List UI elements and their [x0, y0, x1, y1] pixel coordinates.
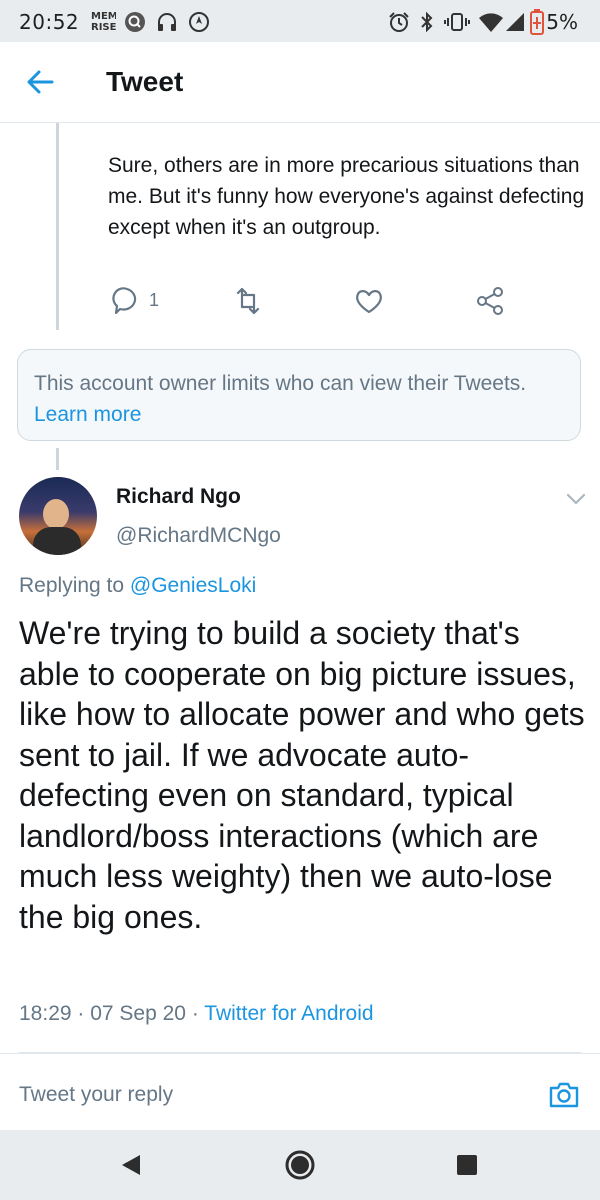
svg-text:RISE: RISE: [91, 22, 116, 33]
reply-input[interactable]: Tweet your reply: [19, 1083, 173, 1107]
replying-to-prefix: Replying to: [19, 574, 125, 597]
recents-square-icon[interactable]: [455, 1153, 479, 1177]
page-title: Tweet: [106, 66, 184, 97]
tweet-date: 07 Sep 20: [90, 1002, 186, 1025]
meta-separator: ·: [77, 1002, 91, 1025]
retweet-icon[interactable]: [232, 285, 264, 317]
mem-rise-icon: MEM RISE: [91, 11, 116, 33]
status-bar: 20:52 MEM RISE 5%: [0, 0, 600, 42]
reply-count: 1: [149, 290, 160, 310]
tweet-text: We're trying to build a society that's a…: [19, 615, 585, 935]
headphones-icon: [158, 13, 176, 31]
avatar[interactable]: [19, 477, 97, 555]
thread-line-bottom: [56, 448, 59, 470]
back-triangle-icon[interactable]: [118, 1152, 144, 1178]
reply-bar[interactable]: Tweet your reply: [0, 1053, 600, 1131]
author-handle[interactable]: @RichardMCNgo: [116, 524, 281, 548]
camera-icon[interactable]: [548, 1078, 580, 1110]
bluetooth-icon: [421, 11, 433, 33]
app-bar: Tweet: [0, 42, 600, 123]
system-nav-bar: [0, 1130, 600, 1200]
battery-percent: 5%: [546, 10, 578, 34]
limited-view-notice: This account owner limits who can view t…: [17, 349, 581, 441]
vibrate-icon: [444, 13, 470, 31]
search-app-icon: [125, 12, 145, 32]
like-icon[interactable]: [353, 285, 385, 317]
reply-icon[interactable]: [111, 285, 143, 317]
learn-more-link[interactable]: Learn more: [34, 403, 141, 426]
tweet-time: 18:29: [19, 1002, 72, 1025]
tweet-meta: 18:29 · 07 Sep 20 · Twitter for Android: [19, 1002, 374, 1026]
arrow-left-icon[interactable]: [22, 64, 58, 100]
replying-to: Replying to @GeniesLoki: [19, 574, 256, 598]
replying-to-mention[interactable]: @GeniesLoki: [130, 574, 256, 597]
author-name[interactable]: Richard Ngo: [116, 485, 241, 509]
home-circle-icon[interactable]: [285, 1150, 315, 1180]
alarm-icon: [389, 12, 409, 32]
chevron-down-icon[interactable]: [565, 492, 587, 506]
status-time: 20:52: [19, 10, 80, 34]
battery-icon: [530, 9, 544, 35]
notice-text: This account owner limits who can view t…: [34, 372, 527, 395]
share-icon[interactable]: [474, 285, 506, 317]
tweet-source[interactable]: Twitter for Android: [204, 1002, 373, 1025]
thread-line-top: [56, 123, 59, 330]
meta-separator: ·: [191, 1002, 205, 1025]
wifi-icon: [479, 13, 503, 32]
signal-icon: [506, 13, 524, 31]
location-icon: [189, 12, 209, 32]
svg-text:MEM: MEM: [91, 11, 116, 22]
previous-tweet-text: Sure, others are in more precarious situ…: [108, 154, 585, 239]
